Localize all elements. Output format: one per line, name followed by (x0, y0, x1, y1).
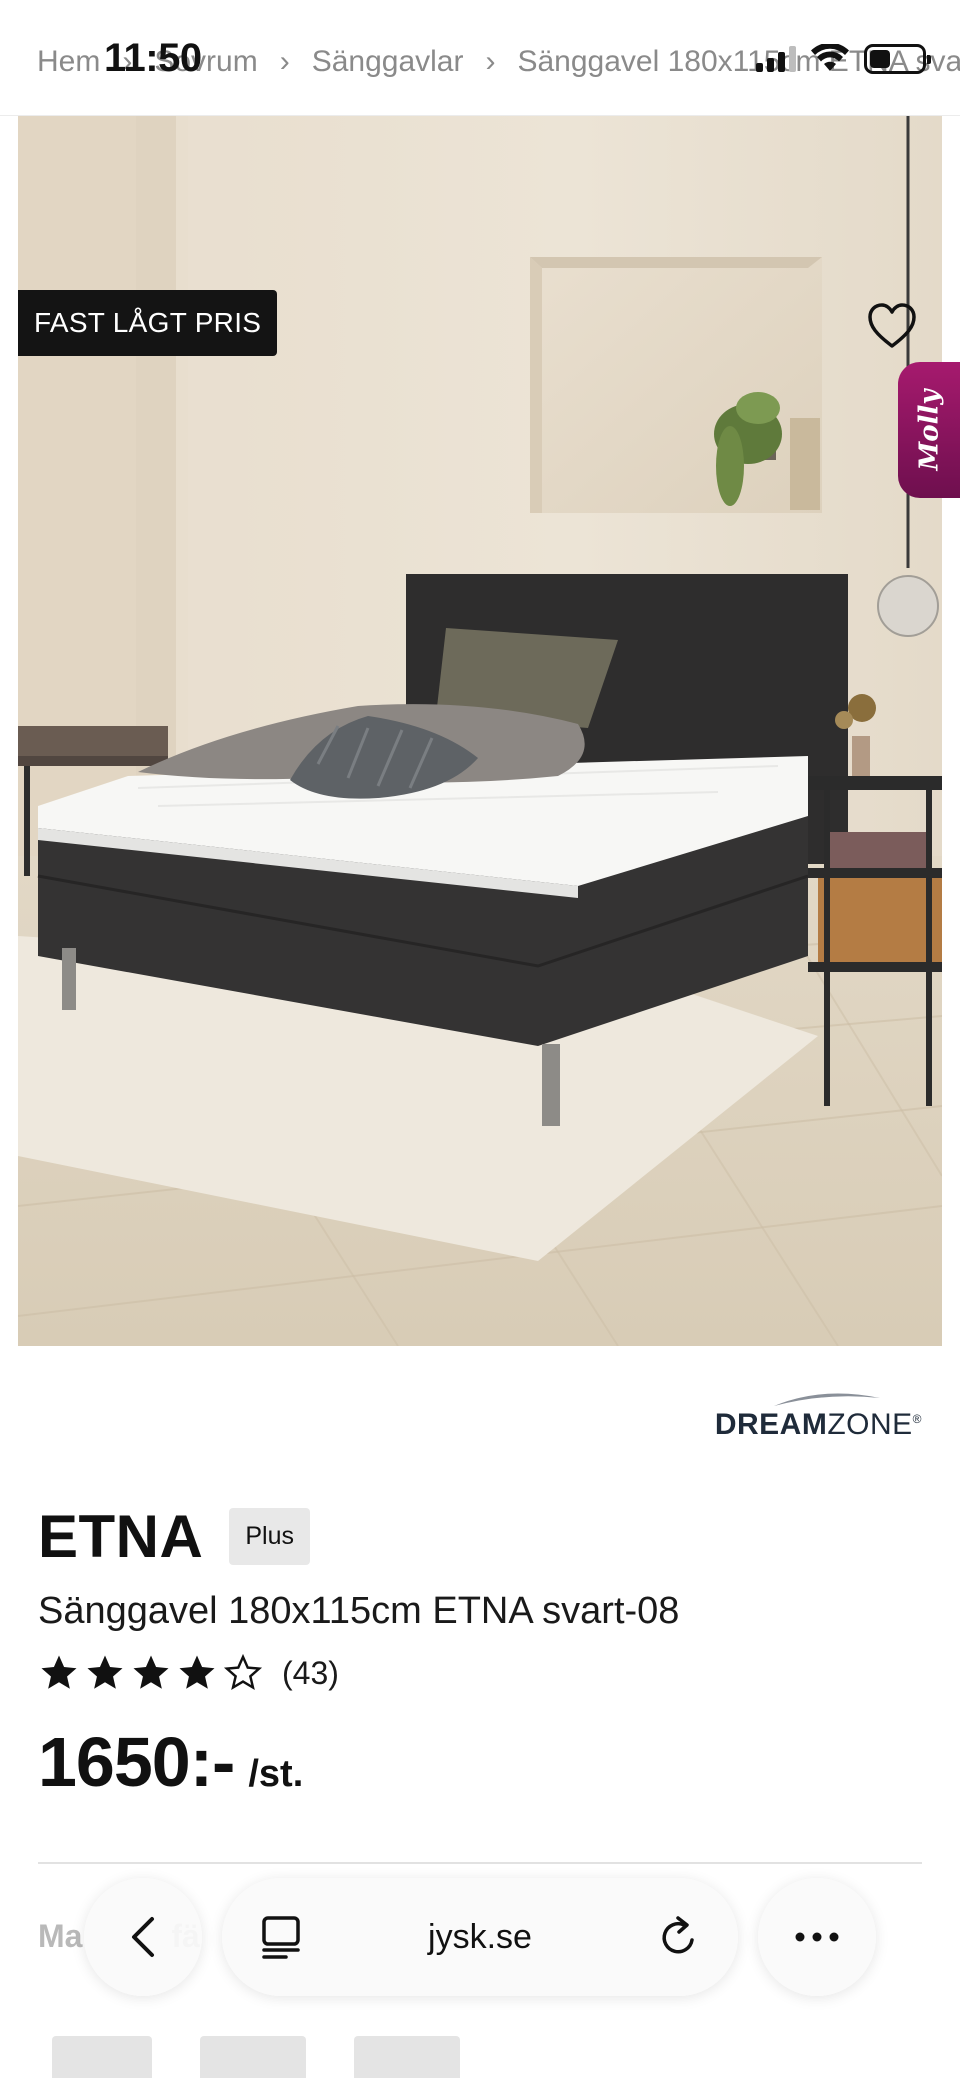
section-divider (38, 1862, 922, 1864)
price-unit: /st. (248, 1753, 304, 1795)
cellular-signal-icon (756, 46, 796, 72)
price-value: 1650:- (38, 1723, 235, 1801)
star-filled-icon (41, 1655, 77, 1689)
review-count[interactable]: (43) (282, 1655, 339, 1692)
variant-thumbnail[interactable] (52, 2036, 152, 2078)
chat-widget-label: Molly (914, 389, 945, 471)
variant-thumbnail[interactable] (200, 2036, 306, 2078)
breadcrumb-item-sanggavlar[interactable]: Sänggavlar (312, 45, 464, 79)
price-badge: FAST LÅGT PRIS (18, 290, 278, 356)
product-rating[interactable]: (43) (38, 1652, 339, 1694)
brand-text-part2: ZONE (827, 1408, 913, 1441)
brand-wordmark: DREAMZONE® (715, 1408, 922, 1442)
star-filled-icon (133, 1655, 169, 1689)
product-name: ETNA (38, 1503, 204, 1570)
battery-level (870, 50, 890, 68)
product-price: 1650:- /st. (38, 1722, 303, 1802)
breadcrumb-separator: › (279, 44, 290, 78)
brand-swoosh-icon (774, 1393, 880, 1406)
variant-thumbnails-partial (52, 2036, 460, 2078)
battery-icon (864, 44, 931, 74)
brand-logo[interactable]: DREAMZONE® (715, 1390, 922, 1442)
brand-text-part1: DREAM (714, 1408, 828, 1441)
breadcrumb-separator: › (485, 44, 496, 78)
chevron-left-icon (132, 1917, 154, 1957)
ellipsis-icon (795, 1932, 839, 1942)
tier-badge: Plus (229, 1508, 310, 1565)
status-icons (756, 44, 931, 74)
status-time: 11:50 (104, 36, 202, 80)
browser-back-button[interactable] (84, 1878, 202, 1996)
chat-widget-button[interactable]: Molly (898, 362, 960, 498)
variant-thumbnail[interactable] (354, 2036, 460, 2078)
browser-more-button[interactable] (758, 1878, 876, 1996)
reload-icon[interactable] (658, 1914, 700, 1960)
brand-registered-mark: ® (912, 1412, 922, 1426)
wifi-icon (811, 44, 849, 71)
product-description: Sänggavel 180x115cm ETNA svart-08 (38, 1590, 680, 1632)
product-image-carousel[interactable]: FAST LÅGT PRIS (18, 116, 942, 1346)
star-filled-icon (179, 1655, 215, 1689)
browser-url-bar[interactable]: jysk.se (222, 1878, 738, 1996)
star-filled-icon (87, 1655, 123, 1689)
star-outline-icon (223, 1653, 263, 1691)
breadcrumb-item-hem[interactable]: Hem (37, 45, 100, 79)
product-title-row: ETNA Plus (38, 1502, 310, 1571)
heart-outline-icon[interactable] (866, 302, 918, 350)
